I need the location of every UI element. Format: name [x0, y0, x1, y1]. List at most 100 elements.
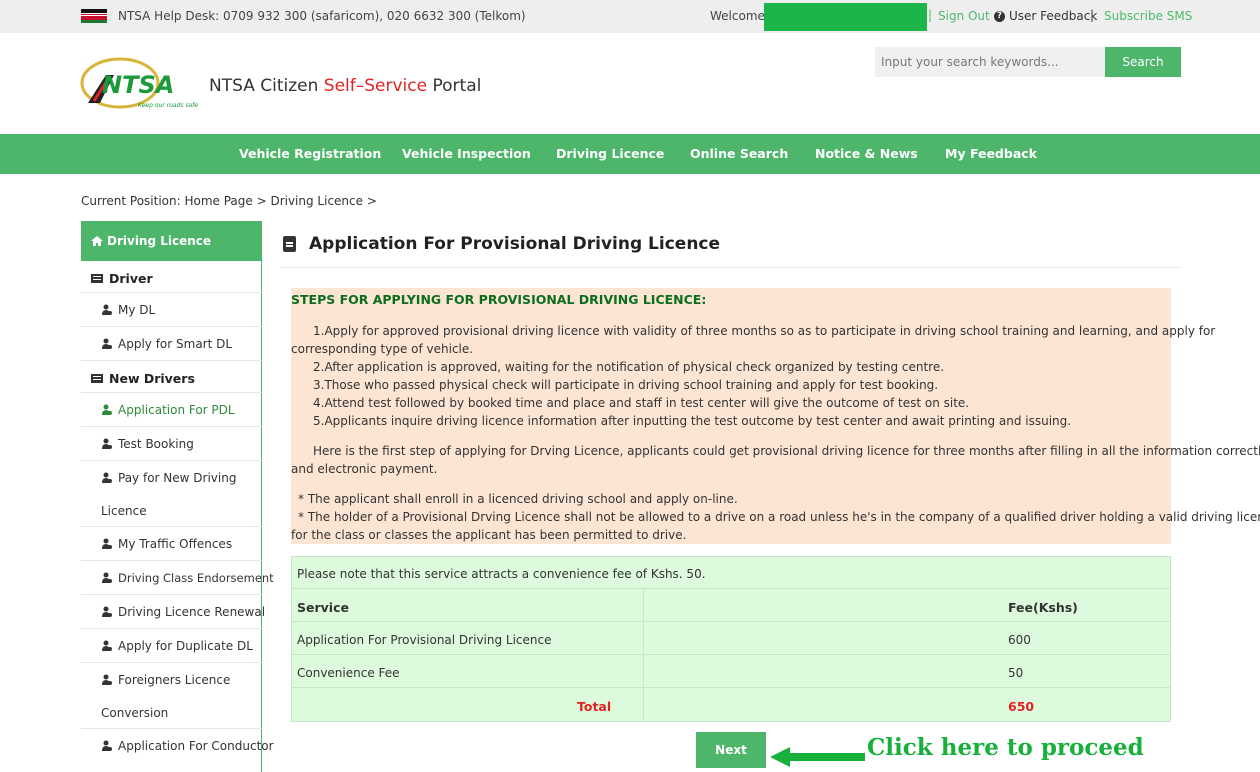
total-value: 650 [1008, 699, 1035, 714]
note-1: * The applicant shall enroll in a licenc… [298, 492, 738, 506]
sidebar-item-duplicate-dl[interactable]: Apply for Duplicate DL [81, 629, 262, 663]
divider [281, 267, 1181, 268]
service-cell: Convenience Fee [297, 666, 400, 680]
top-bar: NTSA Help Desk: 0709 932 300 (safaricom)… [0, 0, 1260, 33]
sidebar-item-class-endorsement[interactable]: Driving Class Endorsement [81, 561, 274, 595]
nav-notice-news[interactable]: Notice & News [815, 146, 918, 161]
intro-paragraph-line1: Here is the first step of applying for D… [313, 444, 1260, 458]
sidebar-item-pay-new-dl[interactable]: Pay for New Driving Licence [81, 461, 262, 527]
note-2-line1: * The holder of a Provisional Drving Lic… [298, 510, 1260, 524]
step-2: 2.After application is approved, waiting… [313, 360, 945, 374]
person-icon [102, 640, 112, 651]
person-icon [102, 404, 112, 415]
search-input[interactable] [875, 47, 1105, 77]
sidebar-item-foreigners-conversion[interactable]: Foreigners Licence Conversion [81, 663, 262, 729]
service-cell: Application For Provisional Driving Lice… [297, 633, 552, 647]
breadcrumb: Current Position: Home Page > Driving Li… [81, 194, 377, 208]
steps-heading: STEPS FOR APPLYING FOR PROVISIONAL DRIVI… [291, 292, 707, 307]
sidebar-item-label: My DL [118, 303, 156, 317]
next-button[interactable]: Next [696, 732, 766, 768]
category-label: New Drivers [109, 371, 195, 386]
sidebar-item-label: Driving Class Endorsement [118, 571, 274, 585]
column-header-fee: Fee(Kshs) [1008, 600, 1078, 615]
sidebar-item-label: Application For PDL [118, 403, 235, 417]
table-row [292, 655, 1170, 688]
sidebar-heading-label: Driving Licence [107, 234, 212, 248]
proceed-annotation: Click here to proceed [867, 734, 1144, 761]
person-icon [102, 674, 112, 685]
step-4: 4.Attend test followed by booked time an… [313, 396, 970, 410]
person-icon [102, 572, 112, 583]
sidebar-item-my-dl[interactable]: My DL [81, 293, 262, 327]
welcome-label: Welcome [710, 9, 765, 23]
divider: | [928, 8, 933, 22]
sidebar-item-label-line2: Conversion [101, 706, 169, 720]
sidebar-item-traffic-offences[interactable]: My Traffic Offences [81, 527, 262, 561]
id-card-icon [91, 374, 103, 383]
column-header-service: Service [297, 600, 349, 615]
intro-paragraph-line2: and electronic payment. [291, 462, 438, 476]
portal-title: NTSA Citizen Self–Service Portal [209, 76, 481, 96]
id-card-icon [91, 274, 103, 283]
document-icon [283, 236, 296, 252]
nav-online-search[interactable]: Online Search [690, 146, 788, 161]
nav-vehicle-registration[interactable]: Vehicle Registration [239, 146, 381, 161]
person-icon [102, 472, 112, 483]
portal-title-part1: NTSA Citizen [209, 76, 324, 96]
sidebar-category-new-drivers: New Drivers [91, 371, 195, 386]
sidebar-item-label: Driving Licence Renewal [118, 605, 266, 619]
logo-tagline: Keep our roads safe [138, 102, 198, 109]
sidebar-item-label: Test Booking [118, 437, 194, 451]
step-1-line1: 1.Apply for approved provisional driving… [313, 324, 1216, 338]
step-3: 3.Those who passed physical check will p… [313, 378, 939, 392]
person-icon [102, 338, 112, 349]
sidebar-item-test-booking[interactable]: Test Booking [81, 427, 262, 461]
nav-driving-licence[interactable]: Driving Licence [556, 146, 664, 161]
sidebar-category-driver: Driver [91, 271, 153, 286]
fee-cell: 600 [1008, 633, 1031, 647]
person-icon [102, 438, 112, 449]
nav-vehicle-inspection[interactable]: Vehicle Inspection [402, 146, 531, 161]
fee-notice: Please note that this service attracts a… [297, 567, 706, 581]
question-icon: ? [994, 11, 1005, 22]
sidebar-item-label: Pay for New Driving [118, 471, 237, 485]
sidebar: Driving Licence Driver My DL Apply for S… [81, 221, 274, 772]
sidebar-item-label: Apply for Duplicate DL [118, 639, 253, 653]
total-label: Total [577, 699, 612, 714]
username-highlight [764, 3, 927, 31]
logo-text: NTSA [102, 71, 174, 99]
sidebar-item-application-pdl[interactable]: Application For PDL [81, 393, 262, 427]
search-button[interactable]: Search [1105, 47, 1181, 77]
portal-title-part2: Self–Service [323, 76, 428, 96]
fee-table: Please note that this service attracts a… [291, 556, 1171, 722]
person-icon [102, 304, 112, 315]
home-icon [91, 236, 103, 246]
category-label: Driver [109, 271, 153, 286]
sidebar-item-licence-renewal[interactable]: Driving Licence Renewal [81, 595, 266, 629]
helpdesk-text: NTSA Help Desk: 0709 932 300 (safaricom)… [118, 9, 526, 23]
sidebar-item-label: My Traffic Offences [118, 537, 233, 551]
page-title: Application For Provisional Driving Lice… [309, 234, 721, 254]
step-1-line2: corresponding type of vehicle. [291, 342, 474, 356]
divider: | [1090, 8, 1095, 22]
ntsa-logo[interactable]: NTSA Keep our roads safe [80, 55, 205, 113]
sign-out-link[interactable]: Sign Out [938, 9, 990, 23]
column-divider [643, 589, 644, 721]
portal-title-part3: Portal [427, 76, 482, 96]
sidebar-item-label-line2: Licence [101, 504, 147, 518]
fee-cell: 50 [1008, 666, 1024, 680]
sidebar-item-label: Application For Conductor [118, 739, 274, 753]
sidebar-item-conductor[interactable]: Application For Conductor [81, 729, 274, 763]
arrow-left-icon [770, 747, 865, 767]
sidebar-item-label: Apply for Smart DL [118, 337, 233, 351]
steps-panel: STEPS FOR APPLYING FOR PROVISIONAL DRIVI… [291, 288, 1260, 544]
sidebar-item-apply-smart-dl[interactable]: Apply for Smart DL [81, 327, 262, 361]
kenya-flag-icon [81, 9, 107, 23]
main-nav: Vehicle Registration Vehicle Inspection … [0, 134, 1260, 174]
user-feedback-link[interactable]: User Feedback [1009, 9, 1097, 23]
sidebar-heading[interactable]: Driving Licence [81, 221, 262, 261]
step-5: 5.Applicants inquire driving licence inf… [313, 414, 1072, 428]
person-icon [102, 606, 112, 617]
nav-my-feedback[interactable]: My Feedback [945, 146, 1037, 161]
subscribe-sms-link[interactable]: Subscribe SMS [1104, 9, 1192, 23]
